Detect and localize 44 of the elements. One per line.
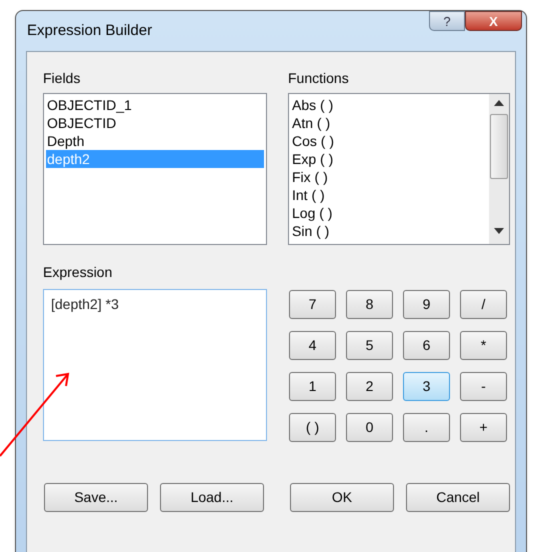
- list-item[interactable]: Sin ( ): [292, 222, 486, 240]
- dialog-button[interactable]: Cancel: [406, 483, 510, 512]
- keypad-button[interactable]: 4: [289, 331, 336, 360]
- list-item[interactable]: Cos ( ): [292, 132, 486, 150]
- scrollbar[interactable]: [489, 94, 509, 244]
- keypad-button[interactable]: -: [460, 372, 507, 401]
- keypad-button[interactable]: 3: [403, 372, 450, 401]
- list-item[interactable]: Abs ( ): [292, 96, 486, 114]
- list-item[interactable]: Int ( ): [292, 186, 486, 204]
- list-label: Functions: [288, 69, 350, 88]
- keypad-button[interactable]: 9: [403, 290, 450, 319]
- keypad-button[interactable]: +: [460, 413, 507, 442]
- list-item[interactable]: Log ( ): [292, 204, 486, 222]
- dialog-button[interactable]: Save...: [44, 483, 148, 512]
- list-item[interactable]: Atn ( ): [292, 114, 486, 132]
- expression-text: [depth2] *3: [51, 296, 119, 312]
- help-button[interactable]: ?: [429, 11, 465, 31]
- list-item[interactable]: OBJECTID_1: [46, 96, 264, 114]
- keypad-button[interactable]: 7: [289, 290, 336, 319]
- keypad-button[interactable]: 8: [346, 290, 393, 319]
- field-label: Expression: [43, 263, 114, 282]
- scroll-up-icon[interactable]: [494, 100, 504, 106]
- list-item[interactable]: Exp ( ): [292, 150, 486, 168]
- expression-field[interactable]: [depth2] *3: [43, 289, 267, 441]
- keypad-button[interactable]: /: [460, 290, 507, 319]
- keypad-button[interactable]: 0: [346, 413, 393, 442]
- list-item[interactable]: OBJECTID: [46, 114, 264, 132]
- fields-list[interactable]: OBJECTID_1 OBJECTID Depth depth2: [43, 93, 267, 245]
- list-item[interactable]: Fix ( ): [292, 168, 486, 186]
- keypad-button[interactable]: 1: [289, 372, 336, 401]
- window-title: Expression Builder: [27, 20, 152, 41]
- dialog-button[interactable]: OK: [290, 483, 394, 512]
- keypad-button[interactable]: 6: [403, 331, 450, 360]
- list-item[interactable]: Depth: [46, 132, 264, 150]
- scroll-down-icon[interactable]: [494, 228, 504, 234]
- list-label: Fields: [43, 69, 82, 88]
- keypad-button[interactable]: ( ): [289, 413, 336, 442]
- keypad-button[interactable]: *: [460, 331, 507, 360]
- scroll-thumb[interactable]: [490, 114, 508, 179]
- functions-list[interactable]: Abs ( ) Atn ( ) Cos ( ) Exp ( ) Fix ( ) Int ( ) Log ( ) Sin ( ): [288, 93, 510, 245]
- keypad-button[interactable]: .: [403, 413, 450, 442]
- keypad-button[interactable]: 2: [346, 372, 393, 401]
- dialog-button[interactable]: Load...: [160, 483, 264, 512]
- keypad-button[interactable]: 5: [346, 331, 393, 360]
